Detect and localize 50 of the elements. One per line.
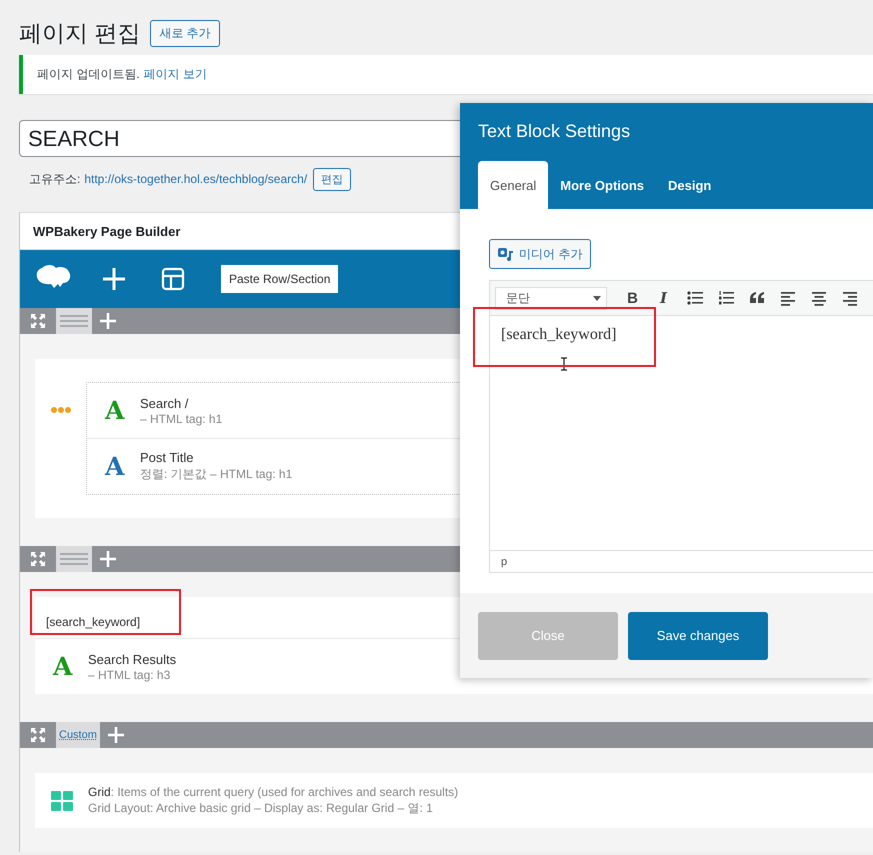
paste-button[interactable]: Paste Row/Section <box>221 265 338 293</box>
element-meta: – HTML tag: h3 <box>88 668 172 682</box>
grid-icon <box>51 790 73 810</box>
align-right-icon[interactable] <box>842 290 858 306</box>
save-button[interactable]: Save changes <box>628 612 768 660</box>
add-element-icon[interactable] <box>102 267 126 291</box>
element-title: Post Title <box>140 450 194 465</box>
element-title: Search / <box>140 396 190 410</box>
element-meta: 정렬: 기본값 – HTML tag: h1 <box>140 466 292 483</box>
permalink-link[interactable]: http://oks-together.hol.es/techblog/search/ <box>84 172 308 186</box>
add-icon[interactable] <box>99 312 117 330</box>
dots-icon[interactable] <box>51 407 71 413</box>
page-title: 페이지 편집 <box>19 18 140 48</box>
format-dropdown[interactable]: 문단 <box>495 286 607 310</box>
move-icon[interactable] <box>31 728 45 742</box>
text-a-icon: A <box>105 396 123 425</box>
editor-text[interactable]: [search_keyword] <box>501 326 616 343</box>
add-new-button[interactable]: 새로 추가 <box>150 20 220 46</box>
edit-button[interactable]: 편집 <box>313 168 352 190</box>
caret-icon <box>593 296 601 300</box>
tab[interactable]: General <box>478 161 548 209</box>
text-cursor-icon <box>560 357 568 371</box>
bold-button[interactable]: B <box>617 290 648 306</box>
element-path: p <box>490 550 873 572</box>
bullet-list-icon[interactable] <box>686 290 702 306</box>
move-icon[interactable] <box>31 314 45 328</box>
text-a-icon: A <box>105 452 123 481</box>
element-meta: Grid Layout: Archive basic grid – Display as: Regular Grid – 열: 1 <box>88 800 434 816</box>
italic-button[interactable]: I <box>648 289 679 307</box>
tab[interactable]: Design <box>656 161 724 209</box>
media-icon <box>498 246 514 262</box>
dialog-title: Text Block Settings <box>478 121 632 143</box>
layout-link[interactable]: Custom <box>56 722 100 748</box>
quote-icon[interactable] <box>748 290 764 306</box>
align-center-icon[interactable] <box>810 290 826 306</box>
notice-message: 페이지 업데이트됨. <box>37 66 140 83</box>
layout-icon[interactable] <box>161 267 185 291</box>
permalink-label: 고유주소: <box>29 170 80 188</box>
text-a-icon: A <box>53 652 71 681</box>
element-description: Grid: Items of the current query (used for archives and search results) <box>88 784 458 798</box>
align-left-icon[interactable] <box>780 290 796 306</box>
element-title: Search Results <box>88 652 176 666</box>
add-media-button[interactable]: 미디어 추가 <box>489 239 592 269</box>
tab[interactable]: More Options <box>548 161 656 209</box>
element-meta: – HTML tag: h1 <box>140 412 222 426</box>
add-icon[interactable] <box>99 550 117 568</box>
view-page-link[interactable]: 페이지 보기 <box>144 66 208 83</box>
numbered-list-icon[interactable] <box>718 290 734 306</box>
move-icon[interactable] <box>31 552 45 566</box>
add-icon[interactable] <box>106 726 125 744</box>
